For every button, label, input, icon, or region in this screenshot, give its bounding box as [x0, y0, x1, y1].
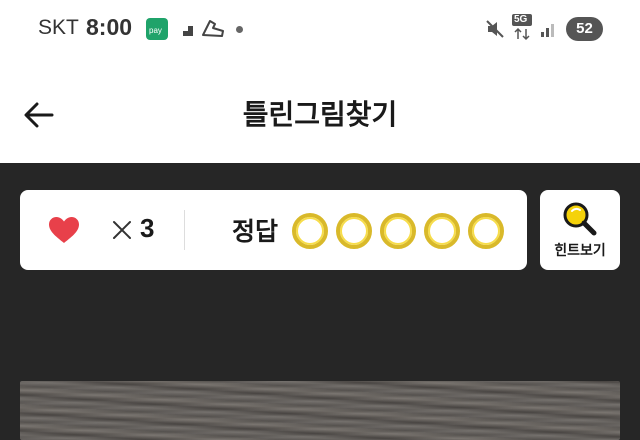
answer-slot [468, 213, 504, 249]
network-type-label: 5G [512, 14, 532, 26]
heart-icon [49, 217, 79, 243]
answer-slots [292, 213, 504, 249]
stairs-icon [178, 26, 193, 36]
panel-divider [184, 210, 185, 250]
page-title: 틀린그림찾기 [242, 98, 398, 131]
mute-icon [486, 20, 504, 38]
lives-count: 3 [140, 213, 155, 243]
network-icon: 5G [512, 14, 532, 45]
answer-slot [336, 213, 372, 249]
carrier-label: SKT [38, 16, 79, 39]
clock-time: 8:00 [86, 14, 133, 40]
magnifier-icon [563, 202, 597, 236]
answer-slot [292, 213, 328, 249]
status-bar: SKT 8:00 pay 5G 52 [0, 0, 640, 60]
pay-icon-label: pay [149, 26, 162, 35]
pay-app-icon: pay [146, 18, 168, 40]
hint-label: 힌트보기 [554, 243, 606, 259]
battery-level: 52 [566, 17, 603, 41]
data-arrows-icon [514, 27, 530, 41]
answer-slot [380, 213, 416, 249]
app-header: 틀린그림찾기 [0, 60, 640, 163]
answer-slot [424, 213, 460, 249]
answer-label: 정답 [232, 217, 279, 246]
hint-button[interactable]: 힌트보기 [540, 190, 620, 270]
puzzle-image[interactable] [20, 381, 620, 440]
game-status-panel: 3 정답 [20, 190, 527, 270]
times-icon [113, 221, 131, 239]
notification-dot-icon [236, 26, 243, 33]
shoe-icon [202, 20, 224, 37]
game-area: 3 정답 힌트보기 [0, 163, 640, 440]
signal-icon [541, 24, 554, 37]
wood-texture [20, 381, 620, 440]
